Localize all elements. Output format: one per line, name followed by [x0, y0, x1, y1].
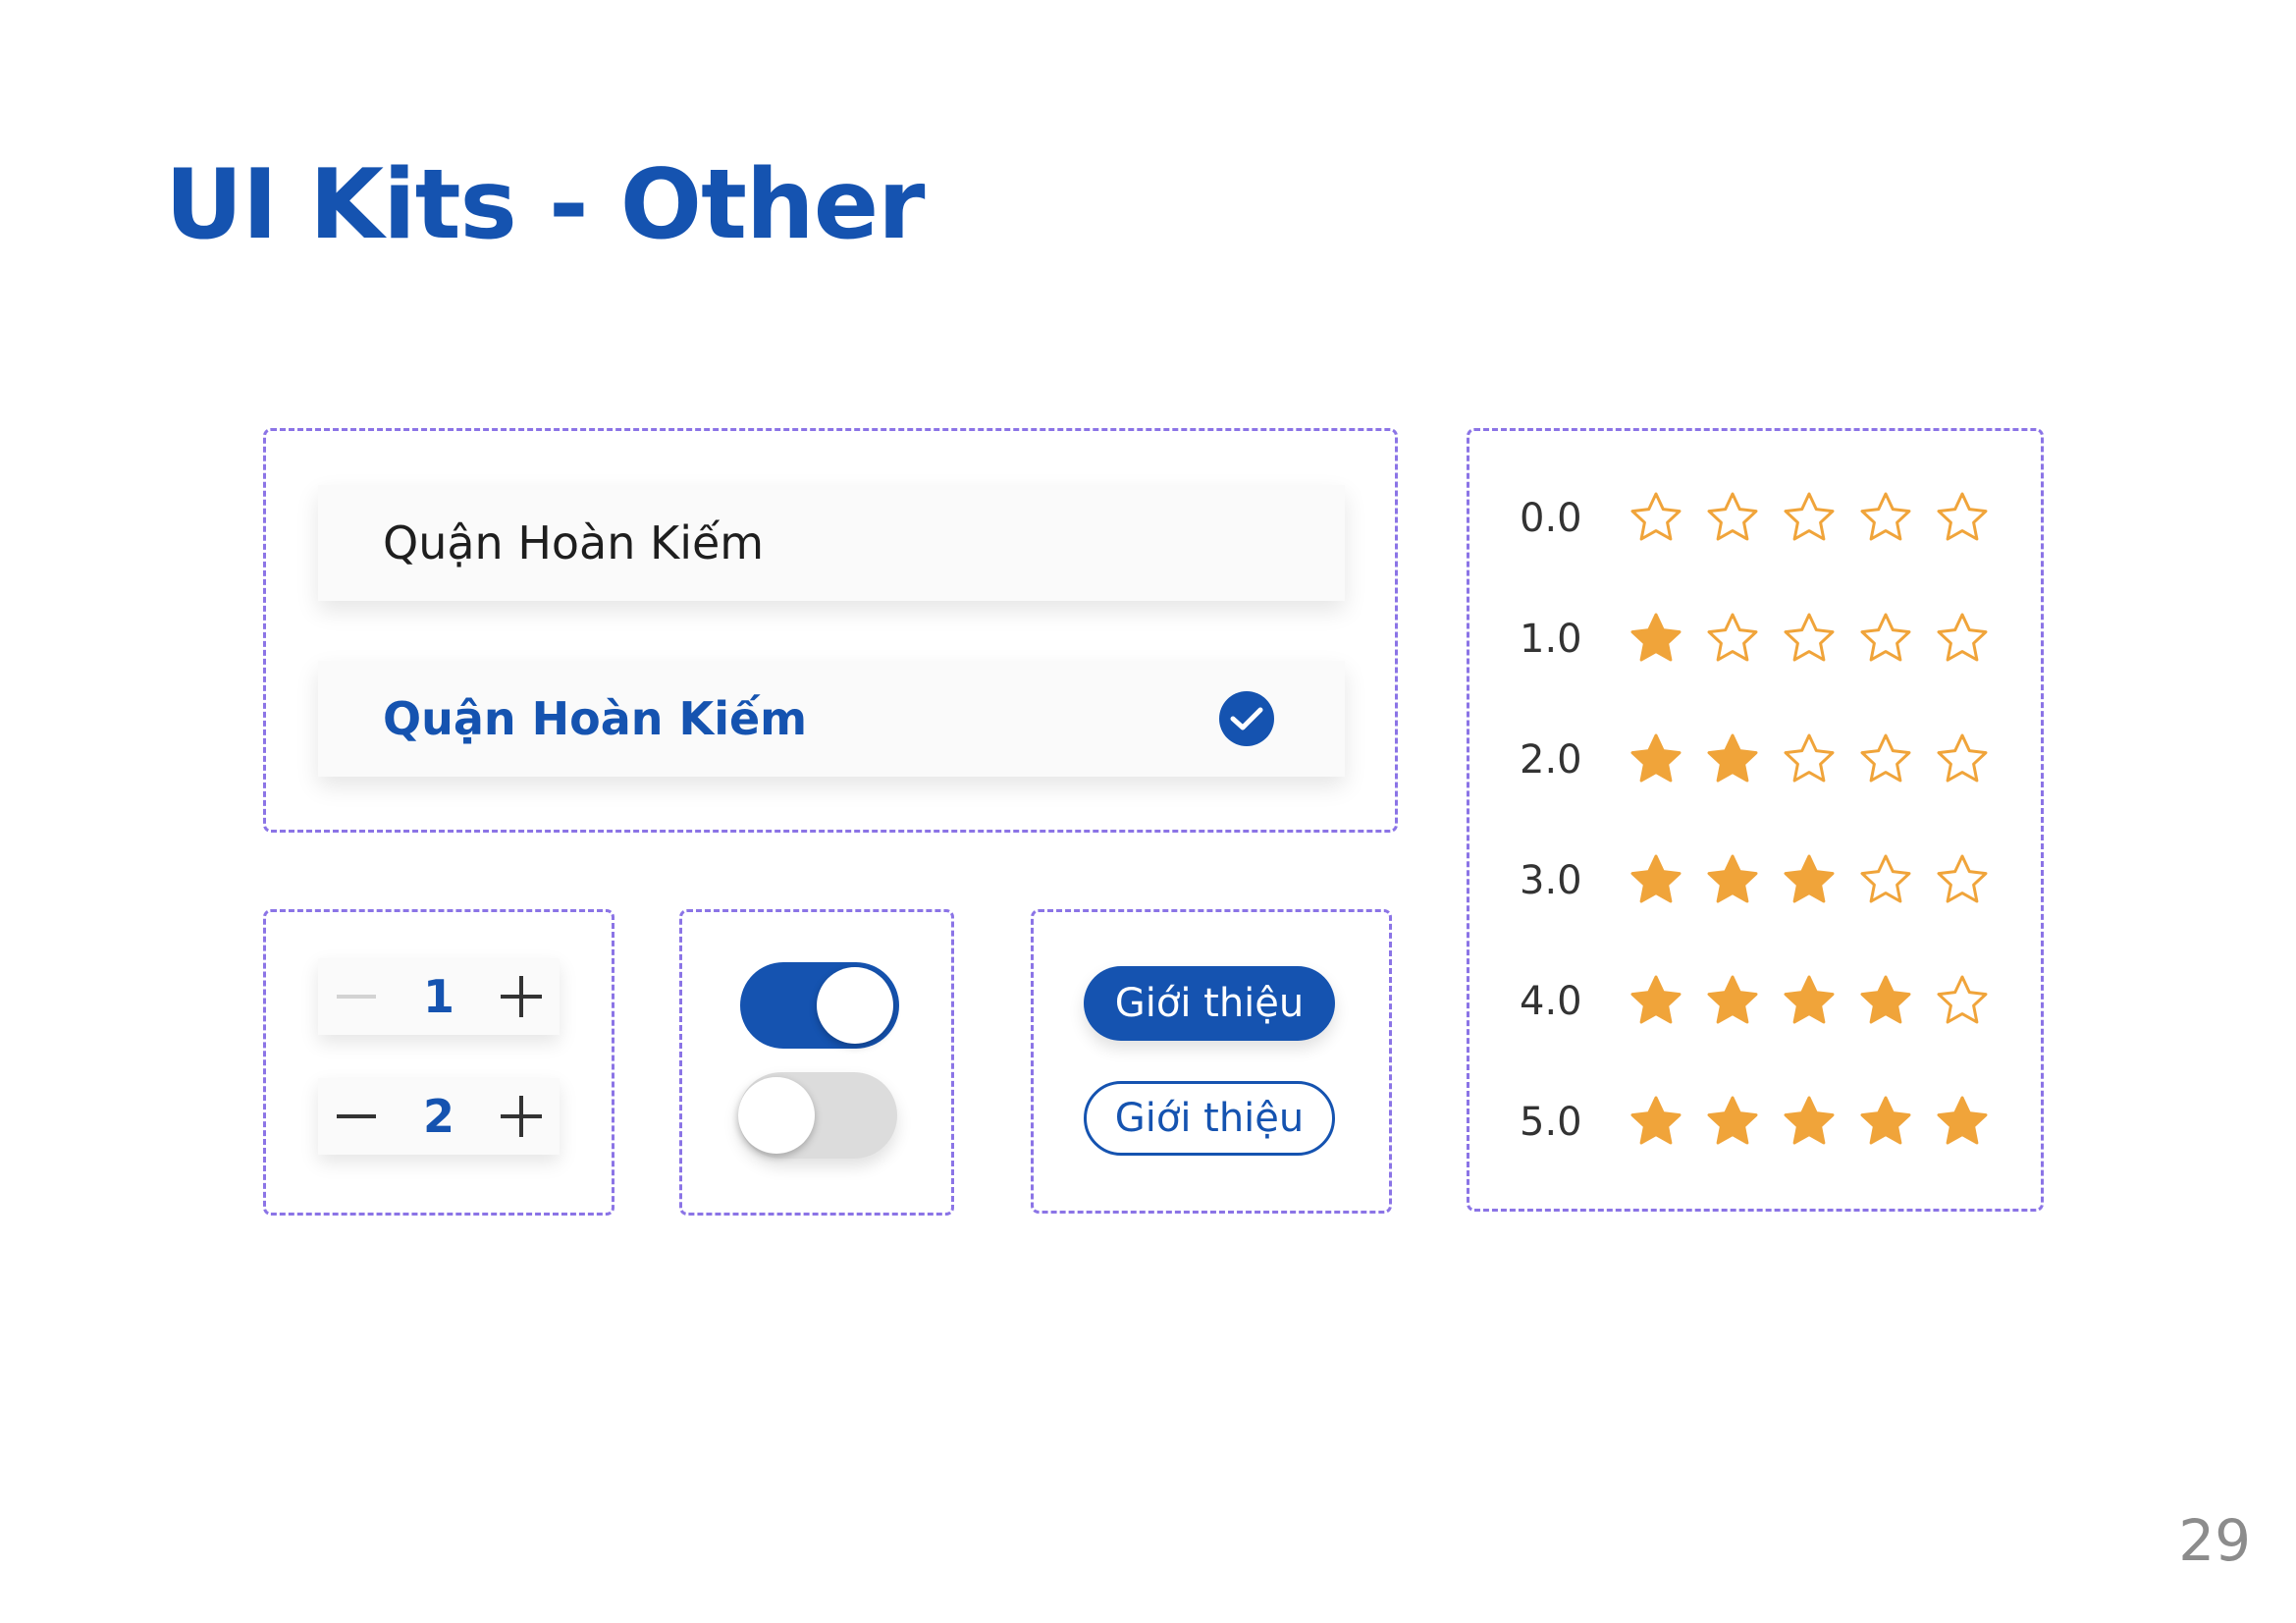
quantity-value: 2 — [422, 1090, 454, 1143]
rating-row: 0.0 — [1520, 479, 1991, 558]
star-filled-icon[interactable] — [1704, 852, 1761, 909]
star-outline-icon[interactable] — [1934, 973, 1991, 1030]
toggle-switch-on[interactable] — [740, 962, 899, 1049]
star-rating[interactable] — [1628, 852, 1991, 909]
rating-row: 5.0 — [1520, 1083, 1991, 1162]
primary-button[interactable]: Giới thiệu — [1084, 966, 1335, 1041]
minus-icon — [337, 1114, 376, 1118]
rating-value: 3.0 — [1520, 858, 1582, 903]
star-outline-icon[interactable] — [1781, 611, 1838, 668]
outline-button[interactable]: Giới thiệu — [1084, 1081, 1335, 1156]
star-filled-icon[interactable] — [1704, 1094, 1761, 1151]
toggle-knob — [817, 967, 893, 1044]
rating-value: 1.0 — [1520, 617, 1582, 662]
rating-value: 2.0 — [1520, 737, 1582, 783]
rating-row: 2.0 — [1520, 721, 1991, 799]
button-group — [1031, 909, 1392, 1214]
star-rating[interactable] — [1628, 611, 1991, 668]
toggle-switch-off[interactable] — [738, 1072, 897, 1159]
star-filled-icon[interactable] — [1704, 973, 1761, 1030]
star-outline-icon[interactable] — [1934, 611, 1991, 668]
quantity-value: 1 — [422, 970, 454, 1023]
rating-value: 5.0 — [1520, 1100, 1582, 1145]
toggle-group — [679, 909, 954, 1216]
quantity-stepper[interactable]: 1 — [318, 958, 560, 1035]
star-filled-icon[interactable] — [1781, 852, 1838, 909]
list-item[interactable]: Quận Hoàn Kiếm — [318, 485, 1345, 601]
minus-button[interactable] — [332, 1092, 381, 1141]
star-rating[interactable] — [1628, 731, 1991, 788]
plus-icon — [500, 976, 542, 1017]
star-outline-icon[interactable] — [1934, 731, 1991, 788]
rating-value: 4.0 — [1520, 979, 1582, 1024]
star-rating[interactable] — [1628, 1094, 1991, 1151]
toggle-knob — [738, 1077, 815, 1154]
plus-button[interactable] — [497, 972, 546, 1021]
star-outline-icon[interactable] — [1704, 490, 1761, 547]
star-filled-icon[interactable] — [1628, 852, 1684, 909]
list-item-label: Quận Hoàn Kiếm — [383, 692, 808, 745]
minus-icon — [337, 995, 376, 999]
stepper-group — [263, 909, 614, 1216]
page-title: UI Kits - Other — [165, 149, 925, 261]
quantity-stepper[interactable]: 2 — [318, 1078, 560, 1155]
rating-row: 3.0 — [1520, 841, 1991, 920]
page-number: 29 — [2178, 1507, 2251, 1574]
star-rating[interactable] — [1628, 490, 1991, 547]
star-rating[interactable] — [1628, 973, 1991, 1030]
minus-button[interactable] — [332, 972, 381, 1021]
star-outline-icon[interactable] — [1857, 852, 1914, 909]
star-outline-icon[interactable] — [1857, 611, 1914, 668]
rating-value: 0.0 — [1520, 496, 1582, 541]
star-filled-icon[interactable] — [1857, 1094, 1914, 1151]
star-filled-icon[interactable] — [1934, 1094, 1991, 1151]
star-outline-icon[interactable] — [1628, 490, 1684, 547]
rating-row: 4.0 — [1520, 962, 1991, 1041]
rating-row: 1.0 — [1520, 600, 1991, 678]
plus-icon — [500, 1096, 542, 1137]
plus-button[interactable] — [497, 1092, 546, 1141]
star-filled-icon[interactable] — [1781, 973, 1838, 1030]
star-filled-icon[interactable] — [1628, 731, 1684, 788]
star-filled-icon[interactable] — [1704, 731, 1761, 788]
star-filled-icon[interactable] — [1628, 973, 1684, 1030]
star-outline-icon[interactable] — [1934, 852, 1991, 909]
star-outline-icon[interactable] — [1781, 490, 1838, 547]
star-outline-icon[interactable] — [1857, 731, 1914, 788]
star-filled-icon[interactable] — [1628, 611, 1684, 668]
star-outline-icon[interactable] — [1781, 731, 1838, 788]
star-outline-icon[interactable] — [1934, 490, 1991, 547]
star-outline-icon[interactable] — [1857, 490, 1914, 547]
list-item-selected[interactable]: Quận Hoàn Kiếm — [318, 661, 1345, 777]
star-filled-icon[interactable] — [1857, 973, 1914, 1030]
star-filled-icon[interactable] — [1781, 1094, 1838, 1151]
star-outline-icon[interactable] — [1704, 611, 1761, 668]
check-circle-icon — [1219, 691, 1274, 746]
list-item-label: Quận Hoàn Kiếm — [383, 516, 765, 569]
star-filled-icon[interactable] — [1628, 1094, 1684, 1151]
